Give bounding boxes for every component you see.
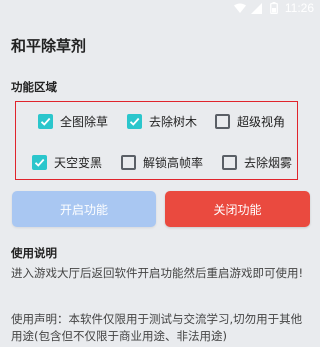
wifi-icon (233, 2, 246, 14)
checkbox-label: 去除烟雾 (244, 156, 293, 170)
checkbox-super-view[interactable]: 超级视角 (215, 113, 285, 130)
checkbox-remove-smoke[interactable]: 去除烟雾 (222, 154, 292, 171)
checkbox-unchecked-icon[interactable] (222, 155, 237, 170)
checkbox-checked-icon[interactable] (38, 114, 53, 129)
battery-icon (268, 2, 280, 14)
usage-title: 使用说明 (11, 246, 57, 260)
feature-section-title: 功能区域 (11, 80, 57, 94)
checkbox-unchecked-icon[interactable] (121, 155, 136, 170)
stop-function-button[interactable]: 关闭功能 (165, 191, 310, 227)
usage-instructions: 进入游戏大厅后返回软件开启功能然后重启游戏即可使用! (11, 266, 304, 280)
usage-disclaimer: 使用声明：本软件仅限用于测试与交流学习,切勿用于其他用途(包含但不仅限于商业用途… (11, 312, 303, 343)
checkbox-dark-sky[interactable]: 天空变黑 (32, 154, 102, 171)
checkbox-remove-grass[interactable]: 全图除草 (38, 113, 108, 130)
checkbox-remove-trees[interactable]: 去除树木 (127, 113, 197, 130)
checkbox-label: 去除树木 (149, 115, 198, 129)
checkbox-label: 超级视角 (237, 115, 286, 129)
checkbox-label: 解锁高帧率 (143, 156, 204, 170)
checkbox-checked-icon[interactable] (127, 114, 142, 129)
status-bar: 11:26 (0, 0, 320, 16)
signal-icon (251, 2, 263, 14)
checkbox-unchecked-icon[interactable] (215, 114, 230, 129)
page-title: 和平除草剂 (11, 37, 87, 55)
start-function-button[interactable]: 开启功能 (12, 191, 156, 227)
checkbox-label: 天空变黑 (54, 156, 103, 170)
status-time: 11:26 (284, 1, 314, 15)
checkbox-label: 全图除草 (60, 115, 109, 129)
checkbox-checked-icon[interactable] (32, 155, 47, 170)
checkbox-unlock-framerate[interactable]: 解锁高帧率 (121, 154, 203, 171)
